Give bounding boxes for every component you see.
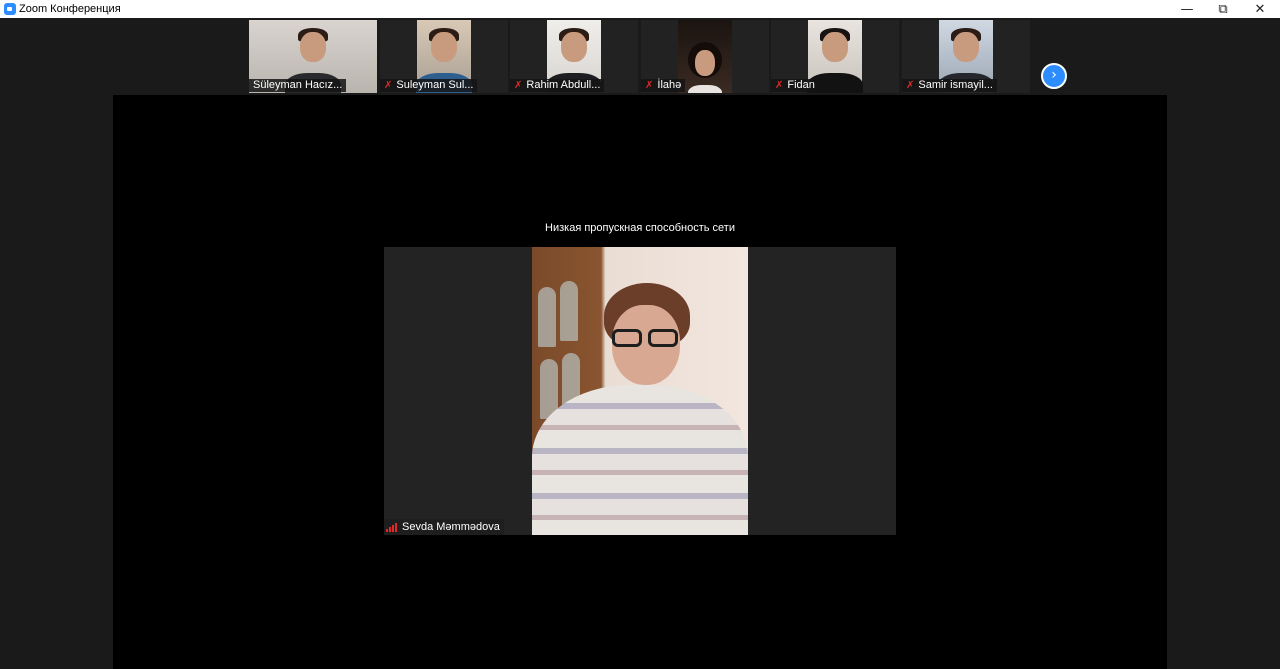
participant-face: [953, 32, 979, 62]
door-glass-panel: [538, 287, 556, 347]
signal-strength-icon: [386, 522, 398, 532]
participant-tile[interactable]: ✗ Samir ismayil...: [902, 20, 1030, 93]
participant-face: [300, 32, 326, 62]
speaker-name-tag: Sevda Məmmədova: [384, 519, 504, 535]
participant-face: [695, 50, 715, 76]
zoom-app-icon: [4, 3, 16, 15]
participant-tile[interactable]: ✗ Fidan: [771, 20, 899, 93]
participant-tile[interactable]: ✗ Rahim Abdull...: [510, 20, 638, 93]
window-title: Zoom Конференция: [19, 3, 121, 15]
muted-microphone-icon: ✗: [645, 80, 654, 91]
speaker-video: [532, 247, 748, 535]
door-glass-panel: [560, 281, 578, 341]
close-button[interactable]: ✕: [1242, 0, 1278, 18]
participant-name: İlahə: [657, 79, 682, 91]
participant-face: [431, 32, 457, 62]
participant-tile[interactable]: Süleyman Hacız...: [249, 20, 377, 93]
title-bar: Zoom Конференция — ⧉ ✕: [0, 0, 1280, 18]
participant-tile[interactable]: ✗ Suleyman Sul...: [380, 20, 508, 93]
active-speaker-tile[interactable]: Sevda Məmmədova: [384, 247, 896, 535]
muted-microphone-icon: ✗: [775, 80, 784, 91]
participant-name-tag: ✗ Rahim Abdull...: [510, 79, 605, 92]
participant-name-tag: ✗ Suleyman Sul...: [380, 79, 478, 92]
participant-body: [688, 85, 722, 93]
participant-name: Rahim Abdull...: [526, 79, 601, 91]
speaker-name: Sevda Məmmədova: [402, 521, 500, 533]
participant-name: Süleyman Hacız...: [253, 79, 343, 91]
muted-microphone-icon: ✗: [514, 80, 523, 91]
participant-name-tag: ✗ Samir ismayil...: [902, 79, 997, 92]
participant-name: Fidan: [787, 79, 815, 91]
participant-name-tag: ✗ İlahə: [641, 79, 686, 92]
chevron-right-icon: ›: [1051, 67, 1057, 83]
muted-microphone-icon: ✗: [384, 80, 393, 91]
participant-face: [561, 32, 587, 62]
muted-microphone-icon: ✗: [906, 80, 915, 91]
speaker-sweater: [532, 385, 748, 535]
participant-name: Suleyman Sul...: [396, 79, 474, 91]
glasses-lens: [612, 329, 642, 347]
speaker-glasses: [612, 329, 680, 347]
network-warning: Низкая пропускная способность сети: [545, 222, 735, 234]
minimize-button[interactable]: —: [1169, 0, 1205, 18]
restore-button[interactable]: ⧉: [1205, 0, 1241, 18]
participant-video: [678, 20, 732, 93]
next-page-button[interactable]: ›: [1041, 63, 1067, 89]
participant-tile[interactable]: ✗ İlahə: [641, 20, 769, 93]
participant-name: Samir ismayil...: [918, 79, 993, 91]
glasses-lens: [648, 329, 678, 347]
participant-face: [822, 32, 848, 62]
active-speaker-stage: Низкая пропускная способность сети Sevda…: [113, 95, 1167, 669]
participant-strip: Süleyman Hacız... ✗ Suleyman Sul... ✗ Ra…: [0, 18, 1280, 95]
participant-name-tag: Süleyman Hacız...: [249, 79, 347, 92]
participant-name-tag: ✗ Fidan: [771, 79, 819, 92]
